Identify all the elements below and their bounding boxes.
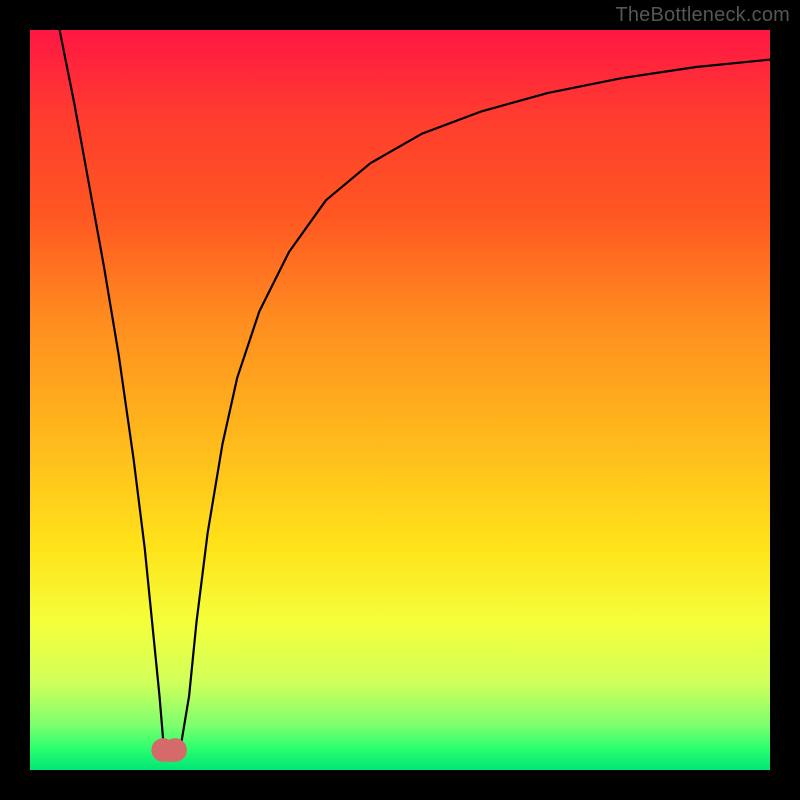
curve-layer — [30, 30, 770, 770]
trough-marker-right — [163, 738, 187, 762]
watermark-text: TheBottleneck.com — [615, 4, 790, 27]
chart-frame: TheBottleneck.com — [0, 0, 800, 800]
bottleneck-curve — [60, 30, 770, 752]
plot-area — [30, 30, 770, 770]
